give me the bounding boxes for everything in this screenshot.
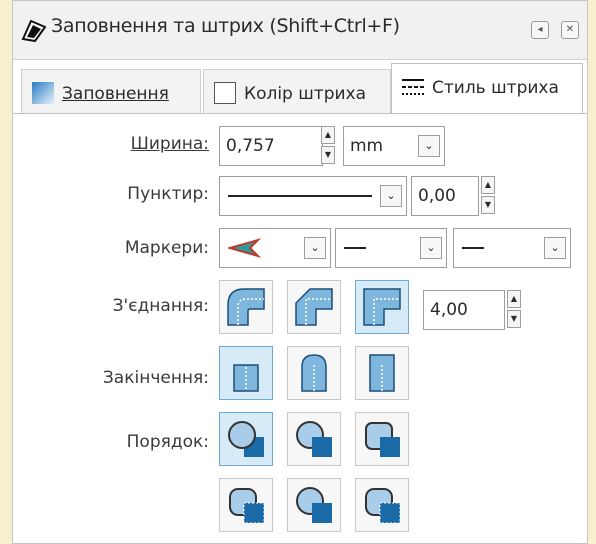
- paint-order-icon: [365, 422, 400, 457]
- chevron-down-icon[interactable]: ⌄: [420, 237, 442, 259]
- end-marker-select[interactable]: ⌄: [453, 228, 571, 268]
- chevron-down-icon[interactable]: ⌄: [544, 237, 566, 259]
- join-miter-icon: [363, 288, 401, 326]
- miter-limit-spinner[interactable]: ▲ ▼: [507, 290, 521, 328]
- tab-stroke-style[interactable]: Стиль штриха: [391, 63, 583, 114]
- join-label: З'єднання:: [112, 296, 209, 316]
- join-bevel-button[interactable]: [287, 280, 341, 334]
- order-label: Порядок:: [126, 432, 209, 452]
- chevron-down-icon[interactable]: ⌄: [304, 237, 326, 259]
- spin-up-icon[interactable]: ▲: [481, 176, 495, 194]
- tab-bar: Заповнення Колір штриха Стиль штриха: [13, 63, 587, 114]
- stroke-style-content: Ширина: 0,757 ▲ ▼ mm ⌄ Пунктир: ⌄ 0,00 ▲…: [13, 113, 587, 544]
- width-label: Ширина:: [130, 134, 209, 154]
- cap-round-icon: [301, 354, 327, 392]
- order-button-5[interactable]: [287, 478, 341, 532]
- spin-down-icon[interactable]: ▼: [321, 146, 335, 164]
- markers-label: Маркери:: [124, 238, 209, 258]
- dash-label: Пунктир:: [127, 184, 209, 204]
- stroke-paint-icon: [214, 82, 236, 104]
- dash-select[interactable]: ⌄: [219, 176, 407, 216]
- paint-order-icon: [296, 487, 332, 523]
- order-button-2[interactable]: [287, 412, 341, 466]
- stroke-style-icon: [402, 79, 424, 95]
- fill-gradient-icon: [32, 82, 54, 104]
- marker-none-preview: [344, 247, 366, 249]
- tab-fill[interactable]: Заповнення: [21, 69, 201, 114]
- cap-butt-button[interactable]: [219, 346, 273, 400]
- order-button-4[interactable]: [219, 478, 273, 532]
- cap-square-icon: [369, 354, 395, 392]
- marker-none-preview: [462, 247, 484, 249]
- inkscape-logo-icon: [21, 19, 47, 43]
- tab-stroke-paint[interactable]: Колір штриха: [203, 69, 391, 114]
- join-bevel-icon: [295, 288, 333, 326]
- order-button-6[interactable]: [355, 478, 409, 532]
- cap-round-button[interactable]: [287, 346, 341, 400]
- join-round-icon: [227, 288, 265, 326]
- start-marker-select[interactable]: ⌄: [219, 228, 331, 268]
- dash-preview: [228, 195, 372, 197]
- dialog-title: Заповнення та штрих (Shift+Ctrl+F): [51, 15, 400, 37]
- tab-fill-label: Заповнення: [62, 84, 169, 104]
- join-round-button[interactable]: [219, 280, 273, 334]
- spin-down-icon[interactable]: ▼: [507, 310, 521, 328]
- cap-butt-icon: [233, 364, 259, 392]
- dialog-titlebar: Заповнення та штрих (Shift+Ctrl+F) ◂ ✕: [13, 1, 587, 60]
- join-miter-button[interactable]: [355, 280, 409, 334]
- spin-down-icon[interactable]: ▼: [481, 196, 495, 214]
- restore-icon[interactable]: ◂: [531, 21, 549, 39]
- miter-limit-input[interactable]: 4,00: [423, 290, 505, 330]
- fill-stroke-dialog: Заповнення та штрих (Shift+Ctrl+F) ◂ ✕ З…: [12, 0, 588, 544]
- paint-order-icon: [228, 421, 264, 457]
- chevron-down-icon[interactable]: ⌄: [380, 185, 402, 207]
- paint-order-icon: [365, 488, 401, 524]
- paint-order-icon: [296, 421, 332, 457]
- chevron-down-icon[interactable]: ⌄: [418, 135, 440, 157]
- width-spinner[interactable]: ▲ ▼: [321, 126, 335, 164]
- dash-offset-input[interactable]: 0,00: [411, 176, 479, 216]
- spin-up-icon[interactable]: ▲: [507, 290, 521, 308]
- tab-stroke-paint-label: Колір штриха: [244, 84, 367, 104]
- unit-select[interactable]: mm ⌄: [343, 126, 445, 166]
- arrow-marker-icon: [228, 237, 262, 259]
- mid-marker-select[interactable]: ⌄: [335, 228, 447, 268]
- unit-value: mm: [350, 136, 384, 156]
- width-input[interactable]: 0,757: [219, 126, 323, 166]
- tab-stroke-style-label: Стиль штриха: [432, 78, 559, 98]
- close-icon[interactable]: ✕: [561, 21, 579, 39]
- spin-up-icon[interactable]: ▲: [321, 126, 335, 144]
- dash-offset-spinner[interactable]: ▲ ▼: [481, 176, 495, 214]
- cap-label: Закінчення:: [102, 368, 209, 388]
- paint-order-icon: [229, 488, 265, 524]
- order-button-3[interactable]: [355, 412, 409, 466]
- cap-square-button[interactable]: [355, 346, 409, 400]
- order-button-1[interactable]: [219, 412, 273, 466]
